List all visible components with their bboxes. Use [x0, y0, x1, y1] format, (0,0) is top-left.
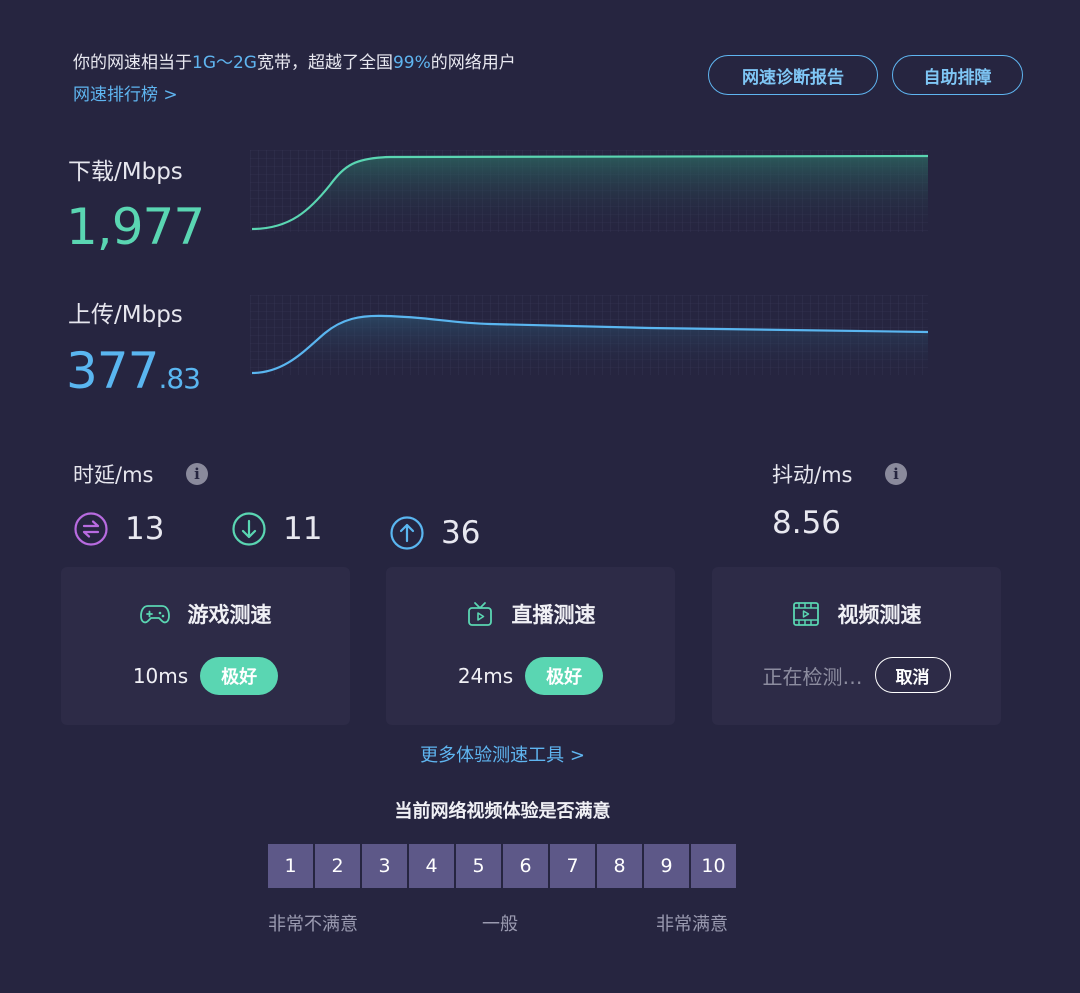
latency-overall: 13 — [73, 511, 164, 547]
survey-question: 当前网络视频体验是否满意 — [394, 801, 611, 822]
rating-7[interactable]: 7 — [550, 844, 595, 888]
speed-summary: 你的网速相当于1G～2G宽带，超越了全国99%的网络用户 — [73, 48, 516, 73]
satisfaction-rating: 1 2 3 4 5 6 7 8 9 10 — [268, 844, 736, 888]
rating-6[interactable]: 6 — [503, 844, 548, 888]
upload-speed-graph — [250, 295, 929, 375]
jitter-value: 8.56 — [772, 505, 842, 541]
video-speed-card[interactable]: 视频测速 正在检测… 取消 — [712, 567, 1001, 725]
live-latency-value: 24ms — [457, 664, 514, 688]
game-quality-badge: 极好 — [200, 657, 279, 695]
upload-value-int: 377 — [66, 342, 159, 400]
download-label: 下载/Mbps — [68, 159, 183, 185]
game-card-title: 游戏测速 — [61, 599, 350, 629]
upload-value: 377.83 — [66, 342, 201, 400]
download-graph-area — [252, 156, 928, 232]
speed-ranking-link[interactable]: 网速排行榜 > — [73, 80, 178, 105]
arrow-down-circle-icon — [232, 512, 266, 546]
latency-up: 36 — [389, 515, 480, 551]
live-quality-badge: 极好 — [525, 657, 604, 695]
rating-8[interactable]: 8 — [597, 844, 642, 888]
self-troubleshoot-button[interactable]: 自助排障 — [892, 55, 1023, 95]
video-card-title: 视频测速 — [712, 599, 1001, 629]
latency-down: 11 — [231, 511, 322, 547]
swap-arrows-icon — [74, 512, 108, 546]
rating-3[interactable]: 3 — [362, 844, 407, 888]
summary-prefix: 你的网速相当于 — [73, 53, 192, 73]
scale-low-label: 非常不满意 — [268, 914, 358, 935]
game-card-result: 10ms 极好 — [61, 657, 350, 695]
rating-1[interactable]: 1 — [268, 844, 313, 888]
more-speed-tools-link[interactable]: 更多体验测速工具 > — [0, 741, 1005, 767]
arrow-up-circle-icon — [390, 516, 424, 550]
diagnosis-report-button[interactable]: 网速诊断报告 — [708, 55, 878, 95]
film-icon — [792, 602, 819, 626]
live-card-title: 直播测速 — [386, 599, 675, 629]
rating-10[interactable]: 10 — [691, 844, 736, 888]
scale-high-label: 非常满意 — [656, 914, 728, 935]
live-card-result: 24ms 极好 — [386, 657, 675, 695]
video-checking-status: 正在检测… — [762, 664, 863, 689]
latency-label: 时延/ms — [73, 463, 154, 487]
speed-test-result-page: 你的网速相当于1G～2G宽带，超越了全国99%的网络用户 网速排行榜 > 网速诊… — [0, 0, 1080, 993]
latency-down-value: 11 — [283, 511, 323, 547]
download-value: 1,977 — [66, 198, 205, 256]
video-cancel-button[interactable]: 取消 — [874, 657, 951, 693]
summary-middle: 宽带，超越了全国 — [256, 53, 393, 73]
latency-up-value: 36 — [441, 515, 481, 551]
live-card-title-text: 直播测速 — [511, 603, 596, 627]
rating-5[interactable]: 5 — [456, 844, 501, 888]
game-card-title-text: 游戏测速 — [187, 603, 272, 627]
rating-2[interactable]: 2 — [315, 844, 360, 888]
upload-label: 上传/Mbps — [68, 302, 183, 328]
rating-9[interactable]: 9 — [644, 844, 689, 888]
upload-value-frac: .83 — [158, 362, 201, 395]
jitter-label: 抖动/ms — [772, 463, 853, 487]
video-card-title-text: 视频测速 — [837, 603, 922, 627]
video-card-status-row: 正在检测… 取消 — [712, 657, 1001, 693]
game-latency-value: 10ms — [132, 664, 189, 688]
scale-mid-label: 一般 — [482, 914, 518, 935]
bandwidth-range: 1G～2G — [192, 53, 257, 73]
gamepad-icon — [139, 605, 170, 624]
summary-suffix: 的网络用户 — [430, 53, 516, 73]
download-speed-graph — [250, 150, 929, 232]
rating-4[interactable]: 4 — [409, 844, 454, 888]
latency-info-icon[interactable]: i — [186, 463, 208, 485]
game-speed-card[interactable]: 游戏测速 10ms 极好 — [61, 567, 350, 725]
percentile: 99% — [392, 53, 431, 73]
jitter-info-icon[interactable]: i — [885, 463, 907, 485]
live-speed-card[interactable]: 直播测速 24ms 极好 — [386, 567, 675, 725]
latency-overall-value: 13 — [125, 511, 165, 547]
tv-icon — [467, 602, 492, 626]
